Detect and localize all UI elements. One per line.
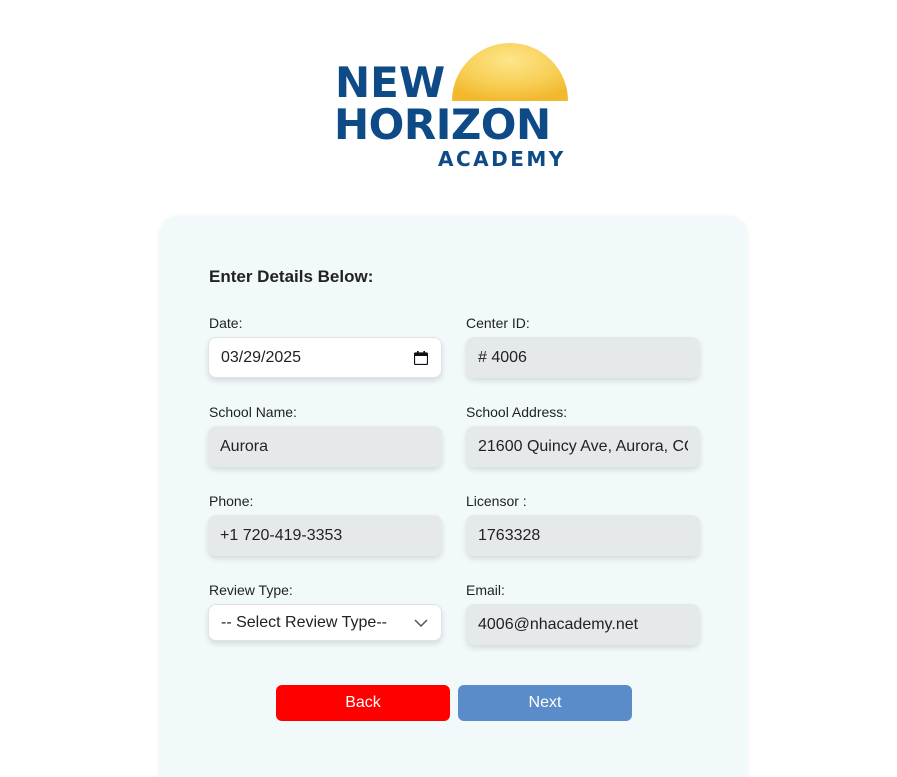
licensor-value: 1763328 bbox=[478, 526, 541, 544]
email-value: 4006@nhacademy.net bbox=[478, 615, 639, 633]
chevron-down-icon bbox=[413, 615, 429, 631]
school-name-value: Aurora bbox=[220, 437, 269, 455]
school-address-label: School Address: bbox=[466, 404, 568, 420]
review-type-value: -- Select Review Type-- bbox=[221, 613, 387, 631]
review-type-label: Review Type: bbox=[209, 582, 293, 598]
school-address-field[interactable]: 21600 Quincy Ave, Aurora, CO bbox=[466, 426, 700, 467]
licensor-field[interactable]: 1763328 bbox=[466, 515, 700, 556]
center-id-value: # 4006 bbox=[478, 348, 527, 366]
page: NEW HORIZON ACADEMY Enter Details Below:… bbox=[0, 0, 897, 777]
school-name-label: School Name: bbox=[209, 404, 297, 420]
date-input[interactable]: 03/29/2025 bbox=[208, 337, 442, 378]
phone-label: Phone: bbox=[209, 493, 254, 509]
phone-field[interactable]: +1 720-419-3353 bbox=[208, 515, 442, 556]
phone-value: +1 720-419-3353 bbox=[220, 526, 343, 544]
logo-line-new: NEW bbox=[335, 58, 446, 107]
school-name-field[interactable]: Aurora bbox=[208, 426, 442, 467]
details-form-card: Enter Details Below: Date: 03/29/2025 Ce… bbox=[159, 216, 748, 777]
email-label: Email: bbox=[466, 582, 505, 598]
licensor-label: Licensor : bbox=[466, 493, 527, 509]
logo-line-academy: ACADEMY bbox=[438, 147, 566, 171]
calendar-icon[interactable] bbox=[413, 350, 429, 366]
review-type-select[interactable]: -- Select Review Type-- bbox=[208, 604, 442, 641]
school-address-value: 21600 Quincy Ave, Aurora, CO bbox=[478, 437, 688, 455]
date-value: 03/29/2025 bbox=[221, 348, 302, 366]
form-title: Enter Details Below: bbox=[209, 267, 374, 286]
center-id-label: Center ID: bbox=[466, 315, 530, 331]
school-logo: NEW HORIZON ACADEMY bbox=[334, 42, 574, 172]
next-button[interactable]: Next bbox=[458, 685, 632, 721]
center-id-field[interactable]: # 4006 bbox=[466, 337, 700, 378]
date-label: Date: bbox=[209, 315, 243, 331]
back-button[interactable]: Back bbox=[276, 685, 450, 721]
email-field[interactable]: 4006@nhacademy.net bbox=[466, 604, 700, 645]
logo-line-horizon: HORIZON bbox=[334, 100, 551, 149]
